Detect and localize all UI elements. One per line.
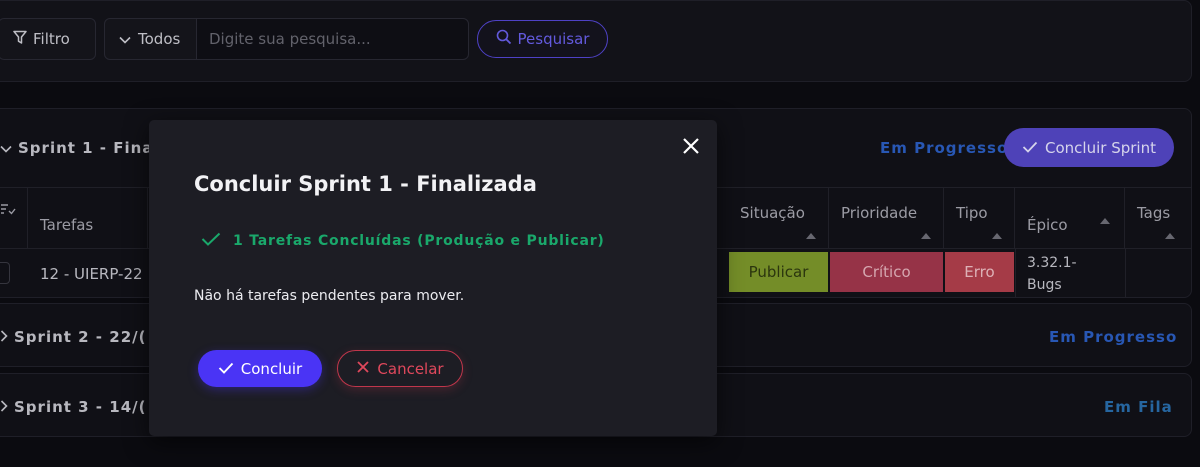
complete-sprint-button[interactable]: Concluir Sprint <box>1004 128 1174 167</box>
column-epico[interactable]: Épico <box>1015 188 1125 248</box>
sort-caret-icon <box>806 233 816 239</box>
sort-caret-icon <box>992 233 1002 239</box>
sprint-1-status[interactable]: Em Progresso <box>880 139 1008 157</box>
sort-caret-icon <box>1165 233 1175 239</box>
complete-sprint-label: Concluir Sprint <box>1045 138 1156 157</box>
column-tipo[interactable]: Tipo <box>944 188 1015 248</box>
scope-dropdown[interactable]: Todos <box>104 18 197 60</box>
tipo-badge[interactable]: Erro <box>945 252 1014 292</box>
sprint-1-header[interactable]: Sprint 1 - Finali <box>0 139 166 157</box>
column-situacao[interactable]: Situação <box>728 188 829 248</box>
completed-tasks-row: 1 Tarefas Concluídas (Produção e Publica… <box>201 232 605 250</box>
epico-cell: 3.32.1- Bugs <box>1027 255 1077 293</box>
close-button[interactable] <box>679 134 703 158</box>
check-icon <box>1022 139 1038 157</box>
chevron-down-icon <box>0 139 12 157</box>
search-button[interactable]: Pesquisar <box>477 20 608 58</box>
sprint-2-status[interactable]: Em Progresso <box>1049 328 1177 346</box>
sprint-3-status[interactable]: Em Fila <box>1104 398 1173 416</box>
row-checkbox[interactable] <box>0 262 10 284</box>
complete-sprint-modal: Concluir Sprint 1 - Finalizada 1 Tarefas… <box>149 120 717 436</box>
sprint-1-title: Sprint 1 - Finali <box>18 139 166 157</box>
column-tarefas[interactable]: Tarefas <box>28 188 148 248</box>
column-divider <box>1015 248 1016 297</box>
column-tags[interactable]: Tags <box>1125 188 1192 248</box>
search-input[interactable] <box>196 18 469 60</box>
check-icon <box>201 232 221 250</box>
chevron-right-icon <box>0 328 8 346</box>
sprint-3-header[interactable]: Sprint 3 - 14/( <box>0 398 146 416</box>
select-all-header[interactable] <box>0 188 28 248</box>
chevron-right-icon <box>0 398 8 416</box>
sort-check-icon <box>0 204 16 222</box>
cancel-button[interactable]: Cancelar <box>337 350 463 387</box>
sprint-3-title: Sprint 3 - 14/( <box>14 398 147 416</box>
search-button-label: Pesquisar <box>517 30 590 48</box>
prioridade-badge[interactable]: Crítico <box>830 252 943 292</box>
close-icon <box>356 360 370 378</box>
modal-title: Concluir Sprint 1 - Finalizada <box>194 172 537 196</box>
pending-tasks-text: Não há tarefas pendentes para mover. <box>194 288 465 304</box>
cancel-button-label: Cancelar <box>377 359 444 378</box>
filter-button[interactable]: Filtro <box>0 18 96 60</box>
filter-button-label: Filtro <box>33 30 70 48</box>
sprint-2-header[interactable]: Sprint 2 - 22/( <box>0 328 146 346</box>
funnel-icon <box>13 30 27 49</box>
completed-tasks-text: 1 Tarefas Concluídas (Produção e Publica… <box>233 233 605 249</box>
scope-dropdown-label: Todos <box>138 30 181 48</box>
sprint-2-title: Sprint 2 - 22/( <box>14 328 147 346</box>
confirm-button[interactable]: Concluir <box>198 350 322 387</box>
search-icon <box>496 29 512 49</box>
confirm-button-label: Concluir <box>240 359 303 378</box>
column-prioridade[interactable]: Prioridade <box>829 188 944 248</box>
column-divider <box>1125 248 1126 297</box>
task-name[interactable]: 12 - UIERP-22 <box>40 265 143 283</box>
check-icon <box>218 360 234 378</box>
sort-caret-icon <box>1100 218 1110 224</box>
chevron-down-icon <box>119 30 131 48</box>
close-icon <box>679 138 703 162</box>
situacao-badge[interactable]: Publicar <box>729 252 828 292</box>
sort-caret-icon <box>921 233 931 239</box>
